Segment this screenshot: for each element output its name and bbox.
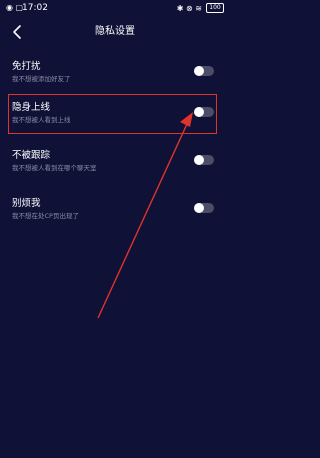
privacy-settings-screen: ◉ ▢ 17:02 ✱ ⊗ ≋ 100 隐私设置 免打扰 我不想被添加好友了 隐… bbox=[0, 0, 230, 458]
highlight-box bbox=[8, 94, 217, 134]
page-title: 隐私设置 bbox=[95, 26, 135, 37]
setting-label: 别烦我 bbox=[12, 198, 41, 209]
setting-row-no-tracking: 不被跟踪 我不想被人看到在哪个聊天室 bbox=[0, 145, 230, 185]
connectivity-icons: ✱ ⊗ ≋ bbox=[176, 3, 202, 13]
battery-icon: 100 bbox=[206, 3, 224, 13]
status-bar: ◉ ▢ 17:02 ✱ ⊗ ≋ 100 bbox=[0, 0, 230, 16]
setting-row-do-not-disturb: 免打扰 我不想被添加好友了 bbox=[0, 56, 230, 96]
toggle-knob bbox=[194, 203, 204, 213]
do-not-disturb-toggle[interactable] bbox=[194, 66, 214, 76]
no-tracking-toggle[interactable] bbox=[194, 155, 214, 165]
toggle-knob bbox=[194, 66, 204, 76]
system-icons: ✱ ⊗ ≋ 100 bbox=[177, 3, 224, 13]
setting-description: 我不想被人看到在哪个聊天室 bbox=[12, 164, 97, 172]
setting-label: 免打扰 bbox=[12, 61, 41, 72]
setting-label: 不被跟踪 bbox=[12, 150, 51, 161]
leave-me-alone-toggle[interactable] bbox=[194, 203, 214, 213]
setting-row-leave-me-alone: 别烦我 我不想在处CP页出现了 bbox=[0, 193, 230, 233]
toggle-knob bbox=[194, 155, 204, 165]
status-time: 17:02 bbox=[22, 3, 48, 13]
header: 隐私设置 bbox=[0, 18, 230, 46]
notification-icons: ◉ ▢ bbox=[6, 3, 24, 12]
setting-description: 我不想被添加好友了 bbox=[12, 75, 71, 83]
setting-description: 我不想在处CP页出现了 bbox=[12, 212, 79, 220]
